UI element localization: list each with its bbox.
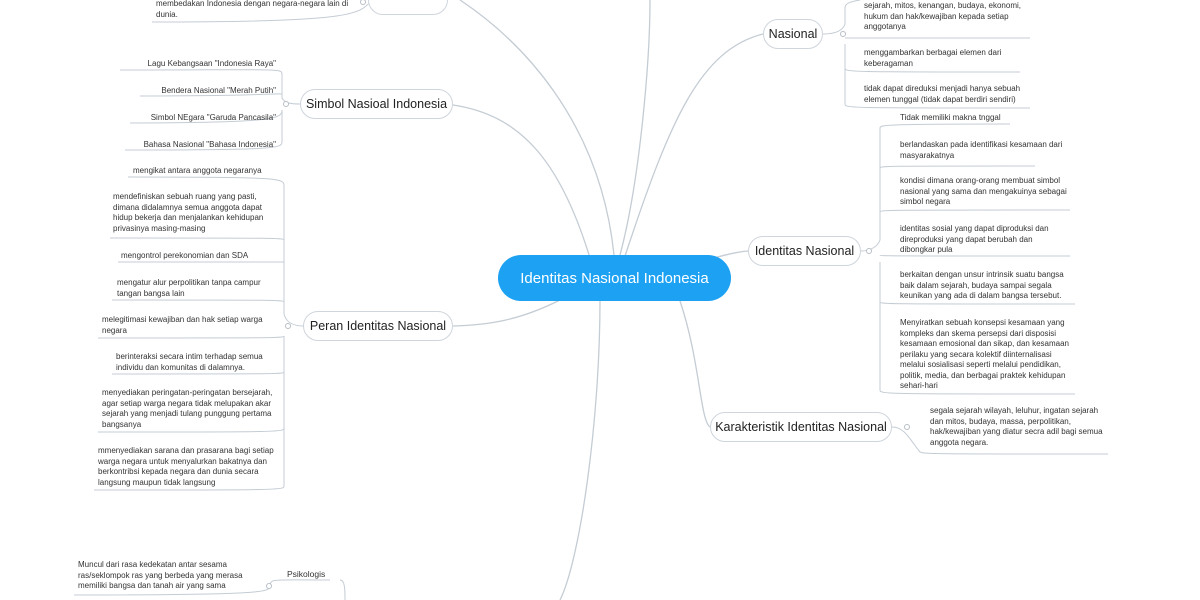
- leaf-identitas-2[interactable]: berlandaskan pada identifikasi kesamaan …: [900, 140, 1065, 161]
- collapse-dot[interactable]: [904, 424, 910, 430]
- leaf-top-left-1[interactable]: membedakan Indonesia dengan negara-negar…: [156, 0, 356, 20]
- topic-nasional-label: Nasional: [768, 27, 818, 41]
- leaf-peran-6[interactable]: berinteraksi secara intim terhadap semua…: [116, 352, 278, 373]
- leaf-peran-4[interactable]: mengatur alur perpolitikan tanpa campur …: [117, 278, 282, 299]
- leaf-simbol-4[interactable]: Bahasa Nasional "Bahasa Indonesia": [100, 140, 276, 151]
- leaf-simbol-1[interactable]: Lagu Kebangsaan "Indonesia Raya": [100, 59, 276, 70]
- leaf-peran-2[interactable]: mendefiniskan sebuah ruang yang pasti, d…: [113, 192, 278, 234]
- collapse-dot[interactable]: [866, 248, 872, 254]
- collapse-dot[interactable]: [283, 101, 289, 107]
- topic-karakteristik-label: Karakteristik Identitas Nasional: [715, 420, 887, 434]
- collapse-dot[interactable]: [266, 583, 272, 589]
- collapse-dot[interactable]: [840, 31, 846, 37]
- leaf-peran-3[interactable]: mengontrol perekonomian dan SDA: [121, 251, 281, 262]
- topic-peran[interactable]: Peran Identitas Nasional: [303, 311, 453, 341]
- leaf-peran-8[interactable]: mmenyediakan sarana dan prasarana bagi s…: [98, 446, 278, 488]
- leaf-simbol-3[interactable]: Simbol NEgara "Garuda Pancasila": [100, 113, 276, 124]
- leaf-peran-7[interactable]: menyediakan peringatan-peringatan bersej…: [102, 388, 278, 430]
- topic-identitas[interactable]: Identitas Nasional: [748, 236, 861, 266]
- leaf-nasional-3[interactable]: tidak dapat direduksi menjadi hanya sebu…: [864, 84, 1036, 105]
- leaf-peran-5[interactable]: melegitimasi kewajiban dan hak setiap wa…: [102, 315, 277, 336]
- topic-karakteristik[interactable]: Karakteristik Identitas Nasional: [710, 412, 892, 442]
- topic-top-left[interactable]: [368, 0, 448, 15]
- central-topic-label: Identitas Nasional Indonesia: [520, 269, 709, 287]
- leaf-identitas-6[interactable]: Menyiratkan sebuah konsepsi kesamaan yan…: [900, 318, 1075, 392]
- leaf-identitas-5[interactable]: berkaitan dengan unsur intrinsik suatu b…: [900, 270, 1072, 302]
- leaf-identitas-3[interactable]: kondisi dimana orang-orang membuat simbo…: [900, 176, 1072, 208]
- leaf-peran-1[interactable]: mengikat antara anggota negaranya: [133, 166, 283, 177]
- collapse-dot[interactable]: [285, 323, 291, 329]
- leaf-identitas-4[interactable]: identitas sosial yang dapat diproduksi d…: [900, 224, 1068, 256]
- leaf-karakteristik-1[interactable]: segala sejarah wilayah, leluhur, ingatan…: [930, 406, 1105, 448]
- subtopic-psikologis[interactable]: Psikologis: [287, 569, 325, 579]
- leaf-nasional-2[interactable]: menggambarkan berbagai elemen dari keber…: [864, 48, 1024, 69]
- topic-peran-label: Peran Identitas Nasional: [309, 319, 447, 333]
- leaf-identitas-1[interactable]: Tidak memiliki makna tnggal: [900, 113, 1070, 124]
- leaf-simbol-2[interactable]: Bendera Nasional "Merah Putih": [100, 86, 276, 97]
- topic-identitas-label: Identitas Nasional: [754, 244, 855, 258]
- topic-simbol-label: Simbol Nasioal Indonesia: [305, 97, 448, 111]
- topic-nasional[interactable]: Nasional: [763, 19, 823, 49]
- topic-simbol[interactable]: Simbol Nasioal Indonesia: [300, 89, 453, 119]
- central-topic[interactable]: Identitas Nasional Indonesia: [498, 255, 731, 301]
- leaf-psikologis-1[interactable]: Muncul dari rasa kedekatan antar sesama …: [78, 560, 253, 592]
- leaf-nasional-1[interactable]: sejarah, mitos, kenangan, budaya, ekonom…: [864, 1, 1034, 33]
